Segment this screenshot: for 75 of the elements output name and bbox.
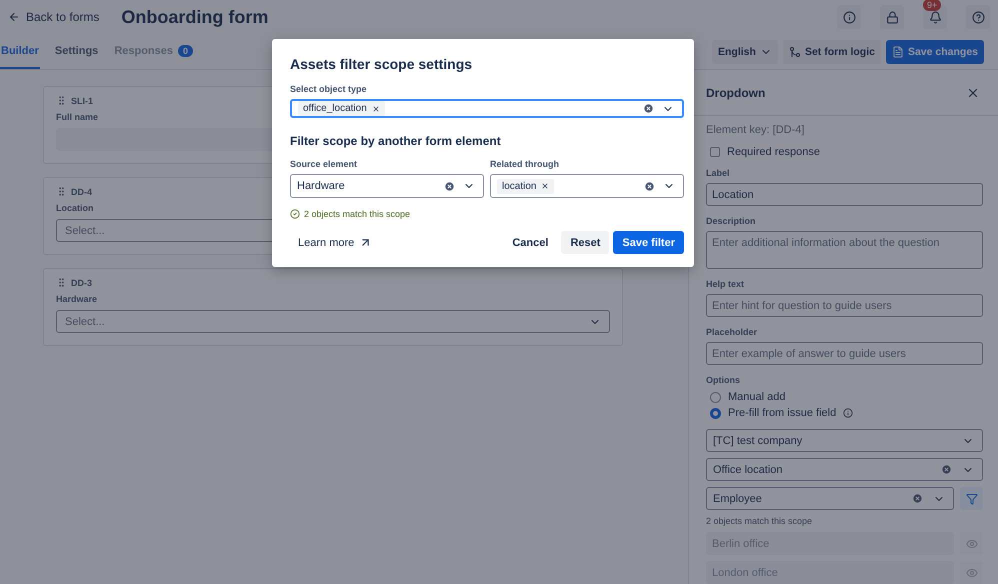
- input-field[interactable]: Enter hint for question to guide users: [706, 294, 983, 317]
- textarea-field[interactable]: Enter additional information about the question: [706, 231, 983, 269]
- branch-icon: [788, 46, 801, 58]
- field-label: Placeholder: [706, 327, 758, 337]
- input-field[interactable]: Location: [706, 183, 983, 206]
- language-dropdown[interactable]: English: [712, 40, 778, 64]
- field-label: Label: [706, 168, 731, 178]
- multi-select-field[interactable]: office_location: [290, 99, 684, 118]
- check-circle-icon: [290, 209, 300, 219]
- clear-icon[interactable]: [941, 464, 952, 475]
- info-button[interactable]: [837, 5, 861, 29]
- options-label: Options: [706, 375, 741, 385]
- element-key: SLI-1: [71, 96, 94, 106]
- input-field[interactable]: Enter example of answer to guide users: [706, 342, 983, 365]
- status-message: 2 objects match this scope: [304, 209, 410, 219]
- field-label: Hardware: [56, 294, 98, 304]
- field-label: Full name: [56, 112, 100, 122]
- eye-icon: [966, 538, 978, 550]
- document-icon: [892, 46, 904, 58]
- element-key: DD-3: [71, 278, 92, 288]
- clear-icon[interactable]: [644, 180, 655, 192]
- filter-icon: [966, 492, 978, 504]
- lock-button[interactable]: [880, 5, 904, 29]
- remove-icon[interactable]: [372, 104, 380, 112]
- count-badge: 0: [178, 44, 194, 56]
- clear-icon[interactable]: [912, 493, 923, 504]
- panel-title: Dropdown: [706, 86, 766, 100]
- select-field: Select...: [56, 310, 610, 333]
- tab[interactable]: Settings: [54, 34, 100, 69]
- radio-option[interactable]: Pre-fill from issue field: [710, 407, 983, 419]
- dialog-button[interactable]: Cancel: [503, 231, 558, 254]
- select-field[interactable]: Hardware: [290, 174, 484, 198]
- dialog-title: Assets filter scope settings: [290, 56, 474, 72]
- select-field[interactable]: Office location: [706, 458, 983, 481]
- radio-option[interactable]: Manual add: [710, 391, 983, 403]
- field-label: Location: [56, 203, 94, 213]
- back-arrow-icon: [8, 11, 20, 23]
- lock-icon: [886, 10, 898, 24]
- learn-more-link[interactable]: Learn more: [290, 236, 500, 249]
- element-key-text: Element key: [DD-4]: [706, 124, 806, 136]
- drag-handle-icon[interactable]: [56, 277, 67, 288]
- remove-icon[interactable]: [541, 182, 550, 190]
- match-count-text: 2 objects match this scope: [706, 516, 814, 526]
- dialog-button[interactable]: Reset: [561, 231, 610, 254]
- bell-icon: [928, 10, 942, 24]
- help-icon: [972, 10, 984, 24]
- page-title: Onboarding form: [121, 6, 270, 28]
- tag: office_location: [298, 101, 385, 116]
- field-label: Source element: [290, 159, 358, 169]
- field-label: Related through: [490, 159, 560, 169]
- clear-icon[interactable]: [444, 180, 455, 192]
- element-key: DD-4: [71, 186, 92, 196]
- back-link[interactable]: Back to forms: [8, 10, 100, 24]
- dialog-button[interactable]: Save filter: [613, 231, 684, 254]
- form-logic-button[interactable]: Set form logic: [782, 40, 881, 64]
- help-button[interactable]: [966, 5, 990, 29]
- select-field[interactable]: [TC] test company: [706, 429, 983, 452]
- field-label: Select object type: [290, 84, 368, 94]
- select-field[interactable]: Employee: [706, 487, 954, 510]
- tag: location: [497, 178, 554, 194]
- field-label: Description: [706, 216, 757, 226]
- drag-handle-icon[interactable]: [56, 186, 67, 197]
- notification-badge: 9+: [923, 0, 942, 11]
- info-icon: [842, 10, 856, 24]
- filter-button[interactable]: [960, 487, 983, 510]
- tab[interactable]: Builder: [0, 34, 40, 69]
- required-checkbox[interactable]: Required response: [710, 146, 983, 158]
- eye-icon: [966, 566, 978, 578]
- form-element-card[interactable]: DD-3 Hardware Select...: [43, 268, 623, 346]
- field-label: Help text: [706, 279, 746, 289]
- section-title: Filter scope by another form element: [290, 134, 502, 148]
- drag-handle-icon[interactable]: [56, 95, 67, 106]
- save-changes-button[interactable]: Save changes: [886, 40, 984, 64]
- multi-select-field[interactable]: location: [490, 174, 684, 198]
- clear-icon[interactable]: [643, 103, 654, 114]
